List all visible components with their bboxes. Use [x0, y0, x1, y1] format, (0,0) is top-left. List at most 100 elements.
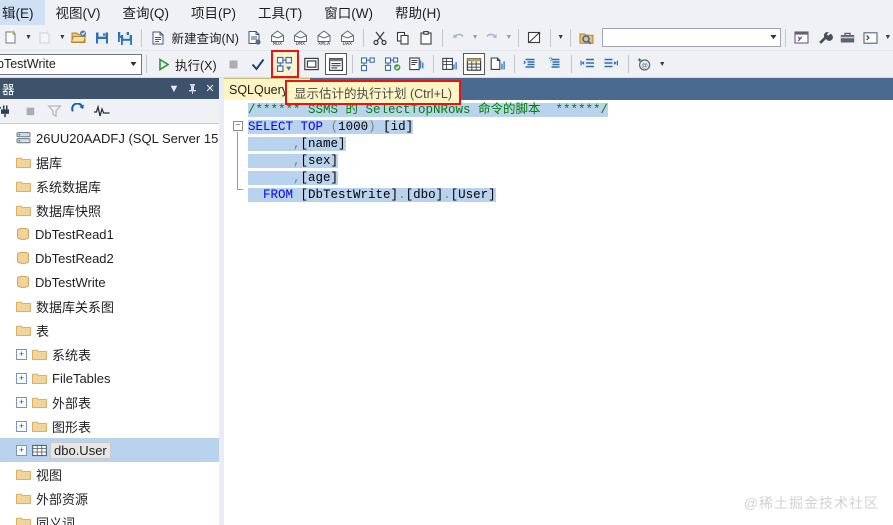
include-actual-execution-plan-icon[interactable] — [324, 53, 347, 75]
tree-node[interactable]: + 系统表 — [0, 342, 219, 366]
tree-node-label: 系统数据库 — [36, 179, 102, 195]
results-to-text-icon[interactable] — [406, 53, 428, 75]
chevron-down-icon[interactable]: ▼ — [768, 34, 778, 41]
tree-node[interactable]: 同义词 — [0, 510, 219, 525]
object-explorer-tree[interactable]: 26UU20AADFJ (SQL Server 15.0.2000.5 据库系统数… — [0, 124, 219, 525]
standard-toolbar: ▼ ▼ 新建查询(N) MDX DMX XMLA DAX ▼ ▼ ▼ ▼ ▼ — [0, 25, 893, 51]
tree-expander-plus-icon[interactable]: + — [16, 420, 27, 432]
tree-node[interactable]: + dbo.User — [0, 438, 219, 462]
execute-label[interactable]: 执行(X) — [175, 55, 222, 74]
new-query-label[interactable]: 新建查询(N) — [170, 28, 243, 47]
command-prompt-icon[interactable] — [860, 27, 881, 49]
menu-window[interactable]: 窗口(W) — [313, 0, 384, 25]
increase-indent-icon[interactable] — [601, 53, 623, 75]
new-query-icon[interactable] — [147, 27, 168, 49]
tree-node[interactable]: 据库 — [0, 150, 219, 174]
tree-node-label: 图形表 — [52, 419, 92, 435]
object-explorer-toolbar — [0, 99, 219, 124]
properties-wrench-icon[interactable] — [814, 27, 835, 49]
pin-icon[interactable] — [183, 82, 201, 94]
tree-expander-plus-icon[interactable]: + — [16, 372, 27, 384]
tree-node-label: 表 — [36, 323, 50, 339]
find-in-files-icon[interactable] — [576, 27, 597, 49]
save-icon[interactable] — [92, 27, 113, 49]
new-item-icon[interactable] — [35, 27, 56, 49]
tree-node[interactable]: 表 — [0, 318, 219, 342]
code-token: [DbTestWrite] — [300, 188, 399, 202]
database-engine-query-icon[interactable] — [244, 27, 265, 49]
new-item-dropdown-icon[interactable]: ▼ — [57, 27, 68, 49]
folder-icon — [16, 300, 31, 313]
tree-expander-plus-icon[interactable]: + — [16, 396, 27, 408]
paste-icon[interactable] — [415, 27, 436, 49]
new-project-icon[interactable] — [1, 27, 22, 49]
tree-node[interactable]: DbTestRead1 — [0, 222, 219, 246]
database-selector[interactable]: bTestWrite ▼ — [0, 53, 142, 75]
code-token: /****** SSMS 的 SelectTopNRows 命令的脚本 ****… — [248, 103, 609, 117]
copy-icon[interactable] — [392, 27, 413, 49]
toolbox-icon[interactable] — [837, 27, 858, 49]
results-to-file-icon[interactable] — [487, 53, 509, 75]
navigate-backward-icon[interactable] — [524, 27, 545, 49]
specify-values-for-template-icon[interactable]: @ — [634, 53, 656, 75]
menu-tools[interactable]: 工具(T) — [247, 0, 313, 25]
menu-view[interactable]: 视图(V) — [45, 0, 112, 25]
menu-edit[interactable]: 辑(E) — [0, 0, 45, 25]
decrease-indent-icon[interactable] — [577, 53, 599, 75]
chevron-down-icon[interactable]: ▼ — [128, 61, 138, 68]
tree-expander-plus-icon[interactable]: + — [16, 444, 27, 456]
toolbar-overflow-right-icon[interactable]: ▼ — [883, 27, 893, 49]
include-live-query-stats-icon[interactable] — [301, 53, 323, 75]
tree-node[interactable]: DbTestWrite — [0, 270, 219, 294]
tree-expander-plus-icon[interactable]: + — [16, 348, 27, 360]
menu-query[interactable]: 查询(Q) — [112, 0, 181, 25]
redo-icon — [481, 27, 502, 49]
close-icon[interactable]: ✕ — [201, 82, 219, 95]
execute-icon[interactable] — [152, 53, 174, 75]
dax-query-icon[interactable]: DAX — [337, 27, 358, 49]
save-all-icon[interactable] — [115, 27, 136, 49]
query-options-icon[interactable] — [358, 53, 380, 75]
tree-node[interactable]: 系统数据库 — [0, 174, 219, 198]
tree-node[interactable]: 26UU20AADFJ (SQL Server 15.0.2000.5 — [0, 126, 219, 150]
mdx-query-icon[interactable]: MDX — [267, 27, 288, 49]
comment-selection-icon[interactable] — [520, 53, 542, 75]
tree-node[interactable]: 数据库关系图 — [0, 294, 219, 318]
tree-node[interactable]: 数据库快照 — [0, 198, 219, 222]
tree-node[interactable]: + 图形表 — [0, 414, 219, 438]
results-to-grid-icon[interactable] — [439, 53, 461, 75]
code-selection: ,[sex] — [248, 154, 339, 168]
results-to-grid-active-icon[interactable] — [462, 53, 485, 75]
code-line: ,[name] — [224, 136, 893, 153]
refresh-icon[interactable] — [67, 100, 89, 122]
uncomment-selection-icon[interactable]: ? — [544, 53, 566, 75]
tree-node[interactable]: + 外部表 — [0, 390, 219, 414]
tree-node[interactable]: + FileTables — [0, 366, 219, 390]
parse-check-icon[interactable] — [247, 53, 269, 75]
folder-icon — [32, 348, 47, 361]
folder-icon — [16, 492, 31, 505]
open-file-icon[interactable] — [69, 27, 90, 49]
display-estimated-execution-plan-button[interactable] — [270, 50, 299, 78]
tree-node[interactable]: DbTestRead2 — [0, 246, 219, 270]
new-project-dropdown-icon[interactable]: ▼ — [23, 27, 34, 49]
object-explorer-window-icon[interactable] — [791, 27, 812, 49]
xmla-query-icon[interactable]: XMLA — [314, 27, 335, 49]
toolbar-overflow-icon[interactable]: ▼ — [555, 27, 566, 49]
sql-toolbar-overflow-icon[interactable]: ▼ — [657, 53, 668, 75]
include-client-statistics-icon[interactable] — [382, 53, 404, 75]
menu-help[interactable]: 帮助(H) — [384, 0, 452, 25]
quick-launch-input[interactable]: ▼ — [602, 28, 781, 47]
connect-icon[interactable] — [0, 100, 17, 122]
tree-node[interactable]: 视图 — [0, 462, 219, 486]
cut-icon[interactable] — [369, 27, 390, 49]
dmx-query-icon[interactable]: DMX — [290, 27, 311, 49]
menu-project[interactable]: 项目(P) — [180, 0, 247, 25]
tree-node[interactable]: 外部资源 — [0, 486, 219, 510]
sql-code-editor[interactable]: − /****** SSMS 的 SelectTopNRows 命令的脚本 **… — [224, 100, 893, 525]
activity-monitor-icon[interactable] — [91, 100, 113, 122]
svg-text:DMX: DMX — [296, 41, 306, 46]
chevron-down-icon[interactable]: ▼ — [165, 83, 183, 95]
